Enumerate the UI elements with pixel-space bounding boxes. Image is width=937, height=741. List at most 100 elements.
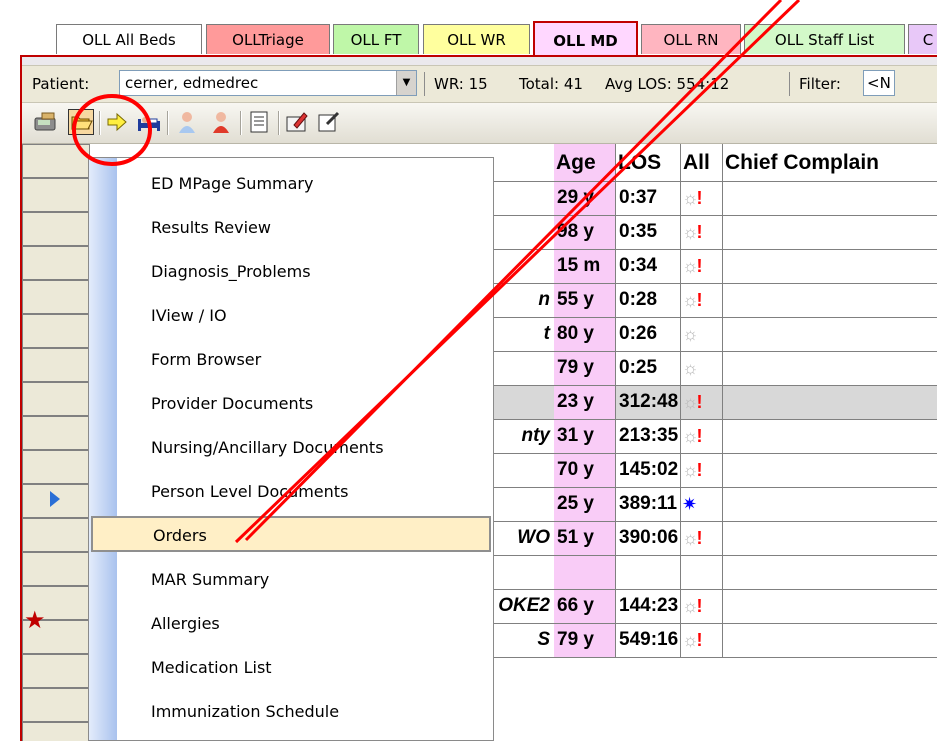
row-gutter[interactable] <box>22 246 90 280</box>
name-cell[interactable] <box>492 386 554 420</box>
name-cell[interactable]: n <box>492 284 554 318</box>
tab-oll-all-beds[interactable]: OLL All Beds <box>56 24 202 54</box>
name-cell[interactable] <box>492 250 554 284</box>
bed-icon[interactable] <box>136 109 162 135</box>
allergy-cell[interactable]: ☼! <box>681 386 723 420</box>
age-cell[interactable]: 98 y <box>554 216 616 250</box>
menu-item-diagnosis-problems[interactable]: Diagnosis_Problems <box>117 254 493 290</box>
row-gutter[interactable] <box>22 654 90 688</box>
los-cell[interactable] <box>616 556 681 590</box>
filter-select[interactable]: <N <box>863 70 895 96</box>
age-cell[interactable]: 23 y <box>554 386 616 420</box>
allergy-column-header[interactable]: All <box>681 144 723 182</box>
chief-complaint-cell[interactable] <box>723 624 937 658</box>
los-cell[interactable]: 0:37 <box>616 182 681 216</box>
los-cell[interactable]: 145:02 <box>616 454 681 488</box>
menu-item-nursing-ancillary-documents[interactable]: Nursing/Ancillary Documents <box>117 430 493 466</box>
menu-item-immunization-schedule[interactable]: Immunization Schedule <box>117 694 493 730</box>
pen-folder-icon[interactable] <box>284 109 310 135</box>
age-cell[interactable]: 29 y <box>554 182 616 216</box>
menu-item-medication-list[interactable]: Medication List <box>117 650 493 686</box>
allergy-cell[interactable]: ☼! <box>681 420 723 454</box>
tab-oll-ft[interactable]: OLL FT <box>333 24 419 54</box>
tab-oll-md[interactable]: OLL MD <box>533 21 638 56</box>
row-gutter[interactable] <box>22 416 90 450</box>
menu-item-results-review[interactable]: Results Review <box>117 210 493 246</box>
age-cell[interactable]: 55 y <box>554 284 616 318</box>
row-gutter[interactable] <box>22 722 90 741</box>
age-cell[interactable]: 25 y <box>554 488 616 522</box>
name-cell[interactable] <box>492 352 554 386</box>
age-cell[interactable]: 80 y <box>554 318 616 352</box>
allergy-cell[interactable]: ☼! <box>681 590 723 624</box>
los-cell[interactable]: 0:28 <box>616 284 681 318</box>
los-cell[interactable]: 549:16 <box>616 624 681 658</box>
name-cell[interactable]: t <box>492 318 554 352</box>
tab-oll-staff-list[interactable]: OLL Staff List <box>744 24 905 54</box>
los-cell[interactable]: 213:35 <box>616 420 681 454</box>
chief-complaint-cell[interactable] <box>723 556 937 590</box>
allergy-cell[interactable]: ☼! <box>681 522 723 556</box>
los-cell[interactable]: 0:35 <box>616 216 681 250</box>
menu-item-mar-summary[interactable]: MAR Summary <box>117 562 493 598</box>
name-cell[interactable] <box>492 182 554 216</box>
age-cell[interactable]: 79 y <box>554 624 616 658</box>
chief-complaint-cell[interactable] <box>723 420 937 454</box>
age-column-header[interactable]: Age <box>554 144 616 182</box>
row-gutter[interactable] <box>22 348 90 382</box>
name-cell[interactable]: nty <box>492 420 554 454</box>
menu-item-iview-io[interactable]: IView / IO <box>117 298 493 334</box>
row-gutter[interactable] <box>22 144 90 178</box>
age-cell[interactable]: 70 y <box>554 454 616 488</box>
chief-complaint-cell[interactable] <box>723 522 937 556</box>
allergy-cell[interactable]: ✷ <box>681 488 723 522</box>
row-gutter[interactable] <box>22 552 90 586</box>
los-cell[interactable]: 0:25 <box>616 352 681 386</box>
chief-complaint-cell[interactable] <box>723 590 937 624</box>
open-folder-icon[interactable] <box>68 109 94 135</box>
menu-item-orders[interactable]: Orders <box>91 516 491 552</box>
name-cell[interactable] <box>492 216 554 250</box>
tab-oll-triage[interactable]: OLLTriage <box>206 24 330 54</box>
allergy-cell[interactable]: ☼! <box>681 454 723 488</box>
age-cell[interactable]: 15 m <box>554 250 616 284</box>
row-gutter[interactable] <box>22 212 90 246</box>
menu-item-allergies[interactable]: Allergies <box>117 606 493 642</box>
allergy-cell[interactable]: ☼! <box>681 182 723 216</box>
chief-complaint-cell[interactable] <box>723 488 937 522</box>
row-gutter[interactable] <box>22 314 90 348</box>
age-cell[interactable] <box>554 556 616 590</box>
name-cell[interactable] <box>492 488 554 522</box>
allergy-cell[interactable]: ☼! <box>681 216 723 250</box>
menu-item-ed-mpage-summary[interactable]: ED MPage Summary <box>117 166 493 202</box>
row-gutter[interactable] <box>22 688 90 722</box>
chief-complaint-cell[interactable] <box>723 454 937 488</box>
allergy-cell[interactable]: ☼ <box>681 352 723 386</box>
name-cell[interactable]: S <box>492 624 554 658</box>
age-cell[interactable]: 66 y <box>554 590 616 624</box>
row-gutter[interactable] <box>22 518 90 552</box>
allergy-cell[interactable] <box>681 556 723 590</box>
person-icon[interactable] <box>174 109 200 135</box>
row-gutter[interactable] <box>22 178 90 212</box>
chief-complaint-cell[interactable] <box>723 284 937 318</box>
chief-complaint-column-header[interactable]: Chief Complain <box>723 144 937 182</box>
chief-complaint-cell[interactable] <box>723 250 937 284</box>
chief-complaint-cell[interactable] <box>723 352 937 386</box>
name-column-header[interactable] <box>492 144 554 182</box>
chief-complaint-cell[interactable] <box>723 386 937 420</box>
pager-icon[interactable] <box>33 109 59 135</box>
chief-complaint-cell[interactable] <box>723 216 937 250</box>
allergy-cell[interactable]: ☼! <box>681 284 723 318</box>
menu-item-provider-documents[interactable]: Provider Documents <box>117 386 493 422</box>
chevron-down-icon[interactable]: ▼ <box>396 71 416 95</box>
los-column-header[interactable]: LOS <box>616 144 681 182</box>
chief-complaint-cell[interactable] <box>723 318 937 352</box>
age-cell[interactable]: 79 y <box>554 352 616 386</box>
name-cell[interactable] <box>492 454 554 488</box>
person-red-icon[interactable] <box>208 109 234 135</box>
tab-c[interactable]: C <box>908 24 937 54</box>
age-cell[interactable]: 51 y <box>554 522 616 556</box>
tab-oll-wr[interactable]: OLL WR <box>423 24 530 54</box>
allergy-cell[interactable]: ☼! <box>681 250 723 284</box>
